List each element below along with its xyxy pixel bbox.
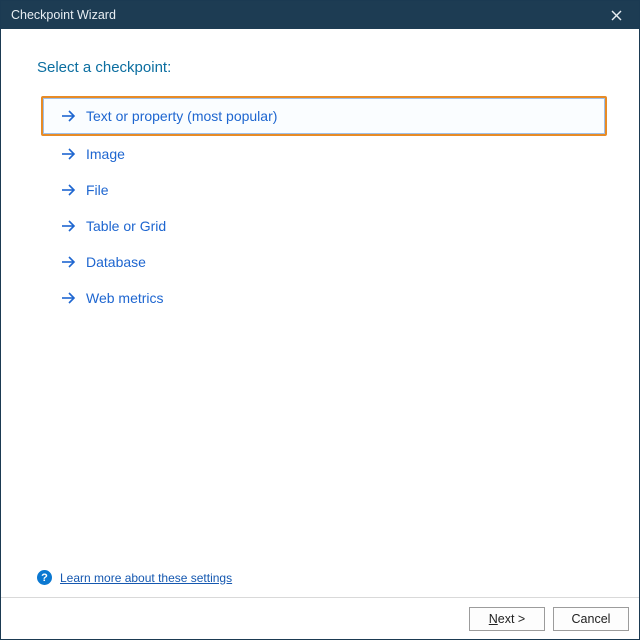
checkpoint-option[interactable]: Web metrics <box>41 280 607 316</box>
checkpoint-option[interactable]: Table or Grid <box>41 208 607 244</box>
close-icon <box>611 10 622 21</box>
footer: Next > Cancel <box>1 597 639 639</box>
checkpoint-option-label: File <box>86 182 109 198</box>
checkpoint-option[interactable]: Database <box>41 244 607 280</box>
cancel-button[interactable]: Cancel <box>553 607 629 631</box>
arrow-right-icon <box>61 147 77 161</box>
checkpoint-option-label: Text or property (most popular) <box>86 108 277 124</box>
arrow-right-icon <box>61 219 77 233</box>
checkpoint-option-label: Table or Grid <box>86 218 166 234</box>
checkpoint-option-label: Database <box>86 254 146 270</box>
checkpoint-option-label: Image <box>86 146 125 162</box>
checkpoint-option[interactable]: Image <box>41 136 607 172</box>
wizard-window: Checkpoint Wizard Select a checkpoint: T… <box>0 0 640 640</box>
prompt-text: Select a checkpoint: <box>37 59 611 76</box>
help-icon: ? <box>37 570 52 585</box>
help-row: ? Learn more about these settings <box>37 570 232 585</box>
help-link[interactable]: Learn more about these settings <box>60 571 232 585</box>
checkpoint-options: Text or property (most popular) Image File… <box>37 96 611 316</box>
arrow-right-icon <box>61 255 77 269</box>
checkpoint-option[interactable]: Text or property (most popular) <box>41 96 607 136</box>
titlebar: Checkpoint Wizard <box>1 1 639 29</box>
close-button[interactable] <box>601 1 631 29</box>
arrow-right-icon <box>61 183 77 197</box>
next-button[interactable]: Next > <box>469 607 545 631</box>
arrow-right-icon <box>61 109 77 123</box>
checkpoint-option-label: Web metrics <box>86 290 164 306</box>
window-title: Checkpoint Wizard <box>11 8 116 22</box>
content-area: Select a checkpoint: Text or property (m… <box>1 29 639 597</box>
arrow-right-icon <box>61 291 77 305</box>
checkpoint-option[interactable]: File <box>41 172 607 208</box>
